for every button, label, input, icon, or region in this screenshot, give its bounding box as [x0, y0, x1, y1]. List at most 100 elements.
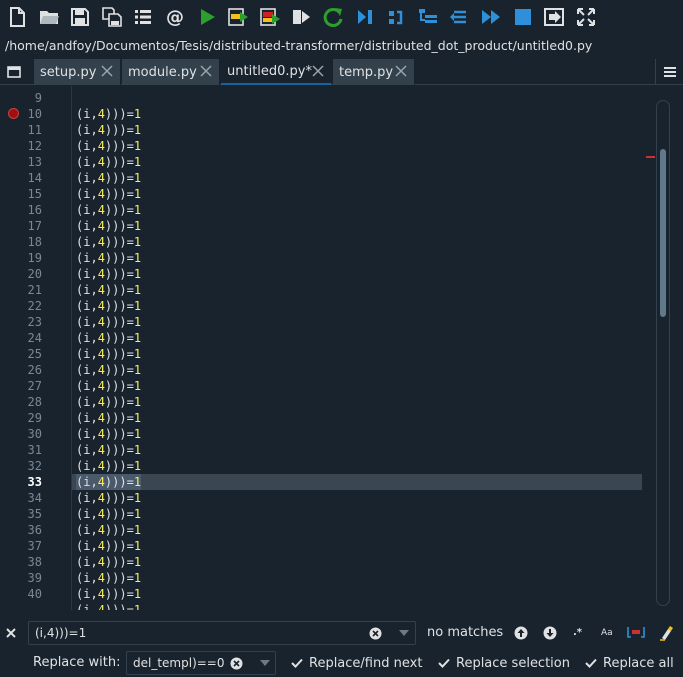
close-find-button[interactable] [4, 626, 18, 640]
code-line[interactable]: (i,4)))=1 [76, 538, 141, 554]
stop-icon [514, 9, 531, 25]
code-line[interactable]: (i,4)))=1 [76, 106, 141, 122]
browse-tabs-button[interactable] [0, 59, 28, 85]
run-button[interactable] [194, 4, 220, 30]
code-line[interactable]: (i,4)))=1 [76, 250, 141, 266]
code-line[interactable]: (i,4)))=1 [76, 490, 141, 506]
code-line[interactable]: (i,4)))=1 [76, 314, 141, 330]
find-next-button[interactable] [543, 626, 557, 640]
replace-find-next-button[interactable]: Replace/find next [291, 653, 422, 673]
run-cell-button[interactable] [225, 4, 251, 30]
code-line[interactable]: (i,4)))=1 [76, 586, 141, 602]
code-prefix: (i, [76, 299, 98, 313]
code-suffix: )))= [104, 507, 134, 521]
close-icon[interactable] [199, 64, 213, 78]
code-line[interactable]: (i,4)))=1 [76, 474, 141, 490]
open-folder-button[interactable] [36, 4, 62, 30]
run-selection-button[interactable] [288, 4, 314, 30]
code-line[interactable]: (i,4)))=1 [76, 602, 141, 610]
options-menu-button[interactable] [655, 59, 683, 85]
code-line[interactable]: (i,4)))=1 [76, 346, 141, 362]
code-prefix: (i, [76, 603, 98, 610]
exit-icon [544, 8, 565, 26]
continue-button[interactable] [478, 4, 504, 30]
line-number: 24 [27, 331, 42, 345]
regex-toggle[interactable]: .* [573, 623, 582, 643]
replace-input[interactable]: del_templ)==0 [126, 651, 276, 675]
code-line[interactable]: (i,4)))=1 [76, 282, 141, 298]
tab-label: untitled0.py* [227, 63, 312, 79]
whole-word-toggle[interactable] [627, 625, 645, 639]
line-number-gutter[interactable]: 9 10 11 12 13 14 15 16 17 18 19 20 21 22 23 24 25 26 27 28 2… [0, 86, 72, 610]
breakpoint-icon[interactable] [8, 108, 19, 119]
code-line[interactable]: (i,4)))=1 [76, 554, 141, 570]
tab-temp[interactable]: temp.py [333, 59, 415, 85]
scrollbar-thumb[interactable] [660, 149, 666, 317]
at-sign-button[interactable]: @ [162, 4, 188, 30]
highlight-matches-toggle[interactable] [659, 625, 675, 641]
close-icon[interactable] [311, 64, 325, 78]
close-icon[interactable] [394, 64, 408, 78]
save-all-button[interactable] [99, 4, 125, 30]
run-cell-advance-button[interactable] [257, 4, 283, 30]
code-line[interactable]: (i,4)))=1 [76, 138, 141, 154]
stop-button[interactable] [510, 4, 536, 30]
replace-history-dropdown[interactable] [259, 657, 271, 669]
code-line[interactable]: (i,4)))=1 [76, 234, 141, 250]
replace-selection-button[interactable]: Replace selection [438, 653, 570, 673]
code-suffix: )))= [104, 187, 134, 201]
code-line[interactable]: (i,4)))=1 [76, 186, 141, 202]
code-suffix: )))= [104, 123, 134, 137]
code-line[interactable]: (i,4)))=1 [76, 570, 141, 586]
clear-find-button[interactable] [369, 627, 382, 640]
code-line[interactable]: (i,4)))=1 [76, 266, 141, 282]
exit-button[interactable] [541, 4, 567, 30]
code-area[interactable]: (i,4)))=1 (i,4)))=1 (i,4)))=1 (i,4)))=1 (i,4… [72, 86, 644, 610]
find-history-dropdown[interactable] [398, 627, 410, 639]
code-line[interactable]: (i,4)))=1 [76, 394, 141, 410]
main-toolbar: @ [0, 0, 683, 34]
code-line[interactable]: (i,4)))=1 [76, 330, 141, 346]
step-return-button[interactable] [446, 4, 472, 30]
code-editor[interactable]: 9 10 11 12 13 14 15 16 17 18 19 20 21 22 23 24 25 26 27 28 2… [0, 86, 683, 610]
case-sensitive-toggle[interactable]: Aa [601, 623, 613, 643]
vertical-scrollbar[interactable] [656, 100, 670, 606]
code-line[interactable]: (i,4)))=1 [76, 378, 141, 394]
code-line[interactable]: (i,4)))=1 [76, 202, 141, 218]
code-number: 4 [97, 299, 105, 313]
code-line[interactable]: (i,4)))=1 [76, 458, 141, 474]
code-line[interactable]: (i,4)))=1 [76, 218, 141, 234]
list-button[interactable] [130, 4, 156, 30]
step-button[interactable] [383, 4, 409, 30]
close-icon[interactable] [100, 64, 114, 78]
code-line[interactable]: (i,4)))=1 [76, 426, 141, 442]
code-line[interactable]: (i,4)))=1 [76, 298, 141, 314]
tab-module[interactable]: module.py [122, 59, 220, 85]
new-file-button[interactable] [4, 4, 30, 30]
code-value: 1 [133, 571, 142, 585]
code-line[interactable]: (i,4)))=1 [76, 122, 141, 138]
line-number: 25 [27, 347, 42, 361]
replace-bar: Replace with: del_templ)==0 Replace/find… [0, 649, 683, 677]
clear-replace-button[interactable] [230, 657, 243, 670]
code-suffix: )))= [104, 219, 134, 233]
find-input[interactable]: (i,4)))=1 [28, 621, 416, 645]
code-line[interactable]: (i,4)))=1 [76, 506, 141, 522]
code-line[interactable]: (i,4)))=1 [76, 410, 141, 426]
code-line[interactable]: (i,4)))=1 [76, 154, 141, 170]
code-suffix: )))= [104, 267, 134, 281]
replace-all-button[interactable]: Replace all [585, 653, 674, 673]
code-line[interactable]: (i,4)))=1 [76, 442, 141, 458]
rerun-button[interactable] [320, 4, 346, 30]
tab-untitled0[interactable]: untitled0.py* [221, 59, 332, 85]
find-previous-button[interactable] [514, 626, 528, 640]
step-into-button[interactable] [415, 4, 441, 30]
maximize-button[interactable] [573, 4, 599, 30]
code-line[interactable]: (i,4)))=1 [76, 362, 141, 378]
code-line[interactable]: (i,4)))=1 [76, 170, 141, 186]
code-line[interactable]: (i,4)))=1 [76, 522, 141, 538]
debug-button[interactable] [352, 4, 378, 30]
tab-setup[interactable]: setup.py [34, 59, 121, 85]
save-button[interactable] [67, 4, 93, 30]
line-number: 10 [27, 107, 42, 121]
